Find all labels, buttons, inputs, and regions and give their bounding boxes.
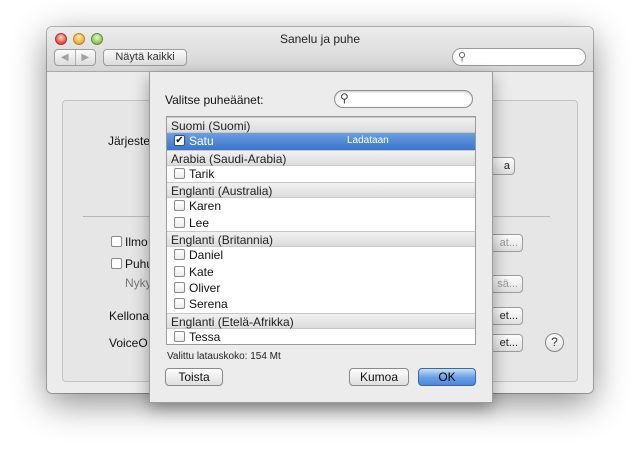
voice-checkbox[interactable] (174, 167, 185, 179)
voice-name: Daniel (189, 248, 224, 263)
download-size-label: Valittu latauskoko: 154 Mt (167, 351, 281, 362)
language-group-header: Englanti (Australia) (167, 182, 475, 199)
voice-row[interactable]: Kate (167, 264, 475, 280)
voice-checkbox[interactable]: ✔ (174, 135, 185, 147)
voice-checkbox[interactable] (174, 200, 185, 212)
background-button-3[interactable]: sä... (490, 275, 523, 293)
cancel-button[interactable]: Kumoa (349, 368, 409, 386)
voice-search-field[interactable]: ⚲ (334, 90, 473, 108)
language-group-header: Englanti (Etelä-Afrikka) (167, 312, 475, 329)
window-title: Sanelu ja puhe (279, 32, 361, 46)
search-icon: ⚲ (458, 51, 467, 63)
background-checkbox-1[interactable] (111, 236, 122, 247)
voice-list[interactable]: Suomi (Suomi) ✔ Satu Ladataan Arabia (Saudi-… (166, 116, 476, 345)
voice-checkbox[interactable] (174, 281, 185, 293)
voice-checkbox[interactable] (174, 249, 185, 261)
voice-checkbox[interactable] (174, 298, 185, 310)
language-group-header: Arabia (Saudi-Arabia) (167, 149, 475, 166)
background-label-2: Ilmo (125, 235, 148, 249)
voice-checkbox[interactable] (174, 330, 185, 342)
titlebar: Sanelu ja puhe ◀ ▶ Näytä kaikki ⚲ (47, 27, 593, 72)
background-label-6: VoiceO (109, 336, 148, 350)
voice-name: Oliver (189, 280, 221, 295)
magnifier-icon: ⚲ (340, 91, 349, 105)
ok-button[interactable]: OK (418, 368, 476, 386)
voice-row[interactable]: Serena (167, 296, 475, 312)
language-group-header: Suomi (Suomi) (167, 117, 475, 134)
voice-name: Karen (189, 199, 222, 214)
background-label-1: Järjeste (108, 134, 151, 148)
voice-name: Satu (189, 134, 214, 149)
background-button-4[interactable]: et... (490, 307, 523, 325)
voice-row[interactable]: Lee (167, 215, 475, 231)
background-label-5: Kellona (109, 309, 150, 323)
voice-row[interactable]: Karen (167, 198, 475, 214)
back-forward-control: ◀ ▶ (54, 49, 96, 66)
voice-name: Tarik (189, 166, 215, 181)
voice-name: Lee (189, 215, 210, 230)
voice-selection-sheet: Valitse puheäänet: ⚲ Suomi (Suomi) ✔ Satu L… (149, 72, 493, 403)
background-checkbox-2[interactable] (111, 258, 122, 269)
voice-status: Ladataan (347, 135, 389, 147)
language-group-header: Englanti (Britannia) (167, 231, 475, 248)
choose-voices-label: Valitse puheäänet: (165, 93, 264, 107)
preferences-search-field[interactable]: ⚲ (452, 48, 586, 66)
voice-row[interactable]: Tarik (167, 166, 475, 182)
forward-arrow-icon[interactable]: ▶ (76, 50, 96, 65)
voice-name: Kate (189, 264, 214, 279)
help-button[interactable]: ? (545, 333, 564, 352)
voice-name: Serena (189, 297, 228, 312)
background-button-1[interactable]: a (490, 157, 515, 175)
back-arrow-icon[interactable]: ◀ (55, 50, 76, 65)
background-button-2[interactable]: at... (490, 234, 523, 252)
play-button[interactable]: Toista (165, 368, 223, 386)
voice-checkbox[interactable] (174, 265, 185, 277)
voice-row[interactable]: Oliver (167, 280, 475, 296)
background-label-4: Nyky (125, 276, 152, 290)
background-button-5[interactable]: et... (490, 334, 523, 352)
voice-row[interactable]: Daniel (167, 247, 475, 263)
show-all-button[interactable]: Näytä kaikki (103, 49, 187, 66)
voice-checkbox[interactable] (174, 216, 185, 228)
voice-row[interactable]: Tessa (167, 329, 475, 344)
voice-row[interactable]: ✔ Satu Ladataan (167, 133, 475, 150)
voice-name: Tessa (189, 329, 221, 344)
